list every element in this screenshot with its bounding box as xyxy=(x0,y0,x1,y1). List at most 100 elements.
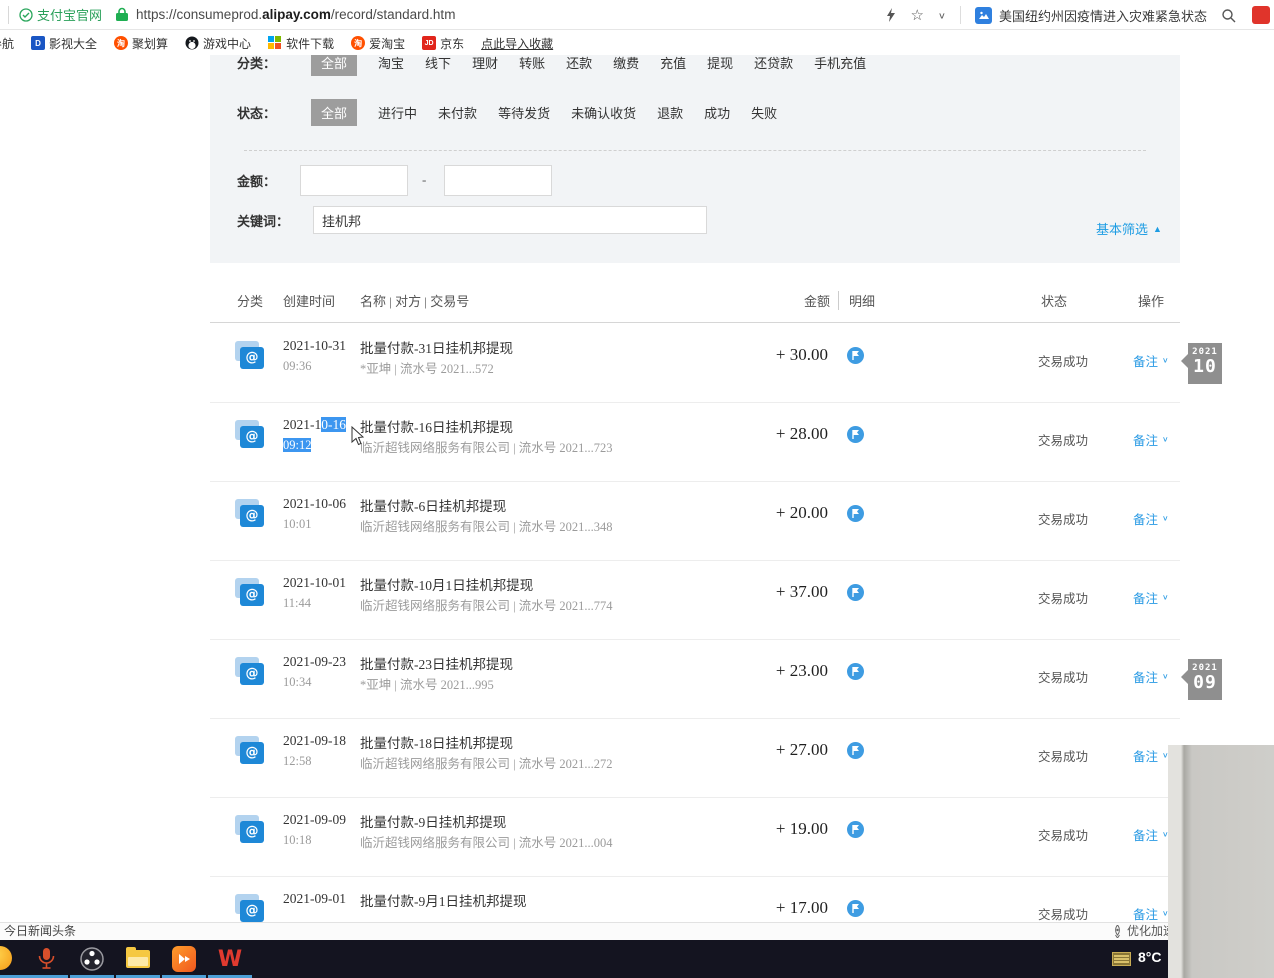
bookmark-aitaobao[interactable]: 淘 爱淘宝 xyxy=(351,35,405,52)
optimize-link[interactable]: 优化加速 xyxy=(1112,923,1175,940)
category-option[interactable]: 缴费 xyxy=(613,55,639,72)
detail-flag-icon[interactable] xyxy=(847,900,864,917)
bookmark-jd[interactable]: JD 京东 xyxy=(422,35,464,52)
search-icon[interactable] xyxy=(1221,8,1236,23)
row-status: 交易成功 xyxy=(1038,588,1088,607)
obs-icon[interactable] xyxy=(80,947,104,971)
status-option[interactable]: 成功 xyxy=(704,103,730,122)
row-date: 2021-10-01 xyxy=(283,575,346,591)
row-time: 09:36 xyxy=(283,359,311,374)
news-image-icon xyxy=(975,7,992,24)
bookmark-nav[interactable]: 导航 xyxy=(0,35,14,52)
detail-flag-icon[interactable] xyxy=(847,742,864,759)
row-title: 批量付款-6日挂机邦提现 xyxy=(360,495,506,515)
row-title: 批量付款-23日挂机邦提现 xyxy=(360,653,513,673)
divider xyxy=(960,6,961,24)
row-status: 交易成功 xyxy=(1038,430,1088,449)
chevron-down-icon: ∨ xyxy=(1162,435,1169,444)
bookmark-juhuasuan[interactable]: 淘 聚划算 xyxy=(114,35,168,52)
keyword-input[interactable] xyxy=(313,206,707,234)
wps-icon[interactable]: W xyxy=(218,947,242,971)
row-time: 10:18 xyxy=(283,833,311,848)
header-action: 操作 xyxy=(1138,291,1164,310)
remark-link[interactable]: 备注∨ xyxy=(1133,667,1169,686)
category-option-all[interactable]: 全部 xyxy=(311,55,357,76)
status-option[interactable]: 退款 xyxy=(657,103,683,122)
shield-check-icon xyxy=(19,8,33,22)
row-amount: + 27.00 xyxy=(690,740,828,760)
category-option[interactable]: 还贷款 xyxy=(754,55,793,72)
category-option[interactable]: 线下 xyxy=(425,55,451,72)
row-title: 批量付款-9月1日挂机邦提现 xyxy=(360,890,527,910)
status-option[interactable]: 等待发货 xyxy=(498,103,550,122)
site-verified-badge[interactable]: 支付宝官网 xyxy=(19,5,102,24)
status-option[interactable]: 未付款 xyxy=(438,103,477,122)
penguin-icon xyxy=(185,36,199,50)
bookmark-game-center[interactable]: 游戏中心 xyxy=(185,35,251,52)
row-date: 2021-09-18 xyxy=(283,733,346,749)
chevron-down-icon: ∨ xyxy=(1162,514,1169,523)
taobao-icon: 淘 xyxy=(114,36,128,50)
transaction-row: @ 2021-10-01 11:44 批量付款-10月1日挂机邦提现 临沂超钱网… xyxy=(210,561,1180,640)
detail-flag-icon[interactable] xyxy=(847,584,864,601)
category-option[interactable]: 转账 xyxy=(519,55,545,72)
transaction-row: @ 2021-09-09 10:18 批量付款-9日挂机邦提现 临沂超钱网络服务… xyxy=(210,798,1180,877)
keyboard-icon[interactable] xyxy=(1112,952,1131,966)
detail-flag-icon[interactable] xyxy=(847,505,864,522)
remark-link[interactable]: 备注∨ xyxy=(1133,825,1169,844)
triangle-up-icon: ▲ xyxy=(1153,224,1162,234)
bookmark-software-download[interactable]: 软件下载 xyxy=(268,35,334,52)
remark-link[interactable]: 备注∨ xyxy=(1133,509,1169,528)
status-option-all[interactable]: 全部 xyxy=(311,99,357,126)
row-status: 交易成功 xyxy=(1038,825,1088,844)
extension-icon[interactable] xyxy=(1252,6,1270,24)
basic-filter-link[interactable]: 基本筛选▲ xyxy=(1096,219,1162,238)
app-icon-orange[interactable] xyxy=(0,946,12,970)
detail-flag-icon[interactable] xyxy=(847,821,864,838)
detail-flag-icon[interactable] xyxy=(847,426,864,443)
news-headline: 美国纽约州因疫情进入灾难紧急状态 xyxy=(999,6,1207,25)
bookmarks-bar: 导航 D 影视大全 淘 聚划算 游戏中心 软件下载 淘 爱淘宝 JD 京东 点此… xyxy=(0,30,1274,56)
status-option[interactable]: 失败 xyxy=(751,103,777,122)
row-date: 2021-10-31 xyxy=(283,338,346,354)
chevron-down-icon[interactable]: ∨ xyxy=(938,10,946,20)
divider xyxy=(210,322,1180,323)
category-option[interactable]: 理财 xyxy=(472,55,498,72)
detail-flag-icon[interactable] xyxy=(847,347,864,364)
remark-link[interactable]: 备注∨ xyxy=(1133,746,1169,765)
status-text[interactable]: 今日新闻头条 xyxy=(4,923,76,940)
weather-temperature[interactable]: 8°C xyxy=(1138,949,1162,965)
remark-link[interactable]: 备注∨ xyxy=(1133,430,1169,449)
remark-link[interactable]: 备注∨ xyxy=(1133,904,1169,922)
category-option[interactable]: 淘宝 xyxy=(378,55,404,72)
status-option[interactable]: 未确认收货 xyxy=(571,103,636,122)
url-text[interactable]: https://consumeprod.alipay.com/record/st… xyxy=(136,7,455,22)
transaction-row: @ 2021-10-06 10:01 批量付款-6日挂机邦提现 临沂超钱网络服务… xyxy=(210,482,1180,561)
table-header: 分类 创建时间 名称 | 对方 | 交易号 金额 明细 状态 操作 xyxy=(210,285,1180,315)
microphone-icon[interactable] xyxy=(34,947,58,971)
month-badge-2021-09: 2021 09 xyxy=(1188,659,1222,700)
row-party: *亚坤 | 流水号 2021...995 xyxy=(360,674,494,693)
remark-link[interactable]: 备注∨ xyxy=(1133,588,1169,607)
category-option[interactable]: 充值 xyxy=(660,55,686,72)
category-option[interactable]: 还款 xyxy=(566,55,592,72)
chevron-down-icon: ∨ xyxy=(1162,672,1169,681)
transaction-row: @ 2021-10-31 09:36 批量付款-31日挂机邦提现 *亚坤 | 流… xyxy=(210,324,1180,403)
bookmark-yingshi[interactable]: D 影视大全 xyxy=(31,35,97,52)
flash-icon[interactable] xyxy=(886,8,896,22)
category-option[interactable]: 手机充值 xyxy=(814,55,866,72)
remark-link[interactable]: 备注∨ xyxy=(1133,351,1169,370)
amount-min-input[interactable] xyxy=(300,165,408,196)
row-party: 临沂超钱网络服务有限公司 | 流水号 2021...348 xyxy=(360,516,613,535)
bookmark-import-link[interactable]: 点此导入收藏 xyxy=(481,35,553,52)
file-explorer-icon[interactable] xyxy=(126,947,150,971)
bookmark-star-icon[interactable]: ☆ xyxy=(910,6,923,24)
detail-flag-icon[interactable] xyxy=(847,663,864,680)
screen-recorder-icon[interactable] xyxy=(172,947,196,971)
news-ticker[interactable]: 美国纽约州因疫情进入灾难紧急状态 xyxy=(975,6,1207,25)
https-lock-icon[interactable] xyxy=(116,7,128,22)
category-option[interactable]: 提现 xyxy=(707,55,733,72)
amount-max-input[interactable] xyxy=(444,165,552,196)
status-option[interactable]: 进行中 xyxy=(378,103,417,122)
filter-panel: 分类： 全部 淘宝 线下 理财 转账 还款 缴费 充值 提现 还贷款 手机充值 … xyxy=(210,55,1180,263)
